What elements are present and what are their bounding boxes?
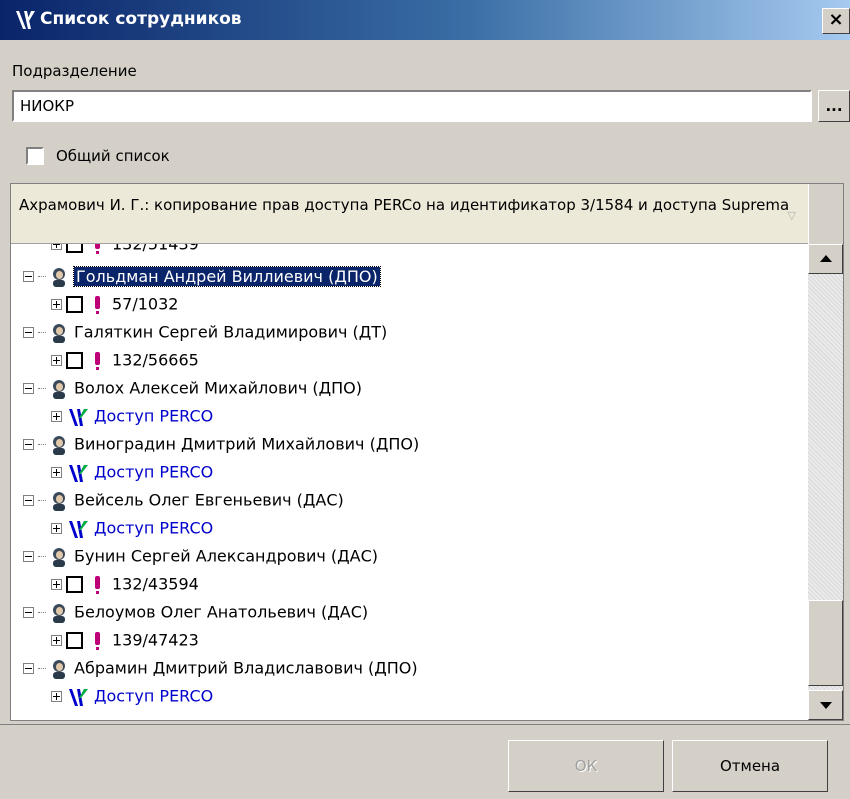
perco-access-icon: [69, 520, 88, 538]
employee-icon: [53, 435, 65, 455]
employee-icon: [53, 379, 65, 399]
employee-name: Галяткин Сергей Владимирович (ДТ): [74, 322, 388, 342]
access-label: Доступ PERCO: [94, 518, 214, 538]
common-list-label: Общий список: [56, 147, 170, 165]
tree-row-access[interactable]: Доступ PERCO: [51, 682, 213, 710]
tree-row-card[interactable]: 57/1032: [51, 290, 178, 318]
tree-row-access[interactable]: Доступ PERCO: [51, 514, 213, 542]
scroll-up-button[interactable]: [808, 244, 843, 274]
employee-tree[interactable]: 132/51439 Гольдман Андрей Виллиевич (ДПО…: [11, 244, 808, 720]
title-bar: Список сотрудников ×: [0, 0, 850, 40]
header-corner: [808, 184, 843, 244]
card-number: 132/56665: [112, 350, 199, 370]
card-number: 139/47423: [112, 630, 199, 650]
arrow-up-icon: [820, 255, 832, 262]
tree-row-employee[interactable]: Бунин Сергей Александрович (ДАС): [23, 542, 378, 570]
perco-access-icon: [69, 688, 88, 706]
card-checkbox[interactable]: [66, 576, 83, 593]
card-number: 57/1032: [112, 294, 179, 314]
tree-row-employee[interactable]: Волох Алексей Михайлович (ДПО): [23, 374, 362, 402]
card-icon: [95, 351, 100, 370]
perco-access-icon: [69, 464, 88, 482]
perco-access-icon: [69, 408, 88, 426]
department-label: Подразделение: [12, 62, 137, 80]
expand-icon[interactable]: [51, 635, 62, 646]
tree-row-card[interactable]: 132/56665: [51, 346, 199, 374]
tree-row-card[interactable]: 139/47423: [51, 626, 199, 654]
employee-name: Виноградин Дмитрий Михайлович (ДПО): [74, 434, 420, 454]
employee-name: Гольдман Андрей Виллиевич (ДПО): [73, 265, 381, 287]
tree-header-text: Ахрамович И. Г.: копирование прав доступ…: [19, 196, 790, 214]
scroll-down-button[interactable]: [808, 690, 843, 720]
card-icon: [95, 631, 100, 650]
card-icon: [95, 244, 100, 254]
tree-header[interactable]: Ахрамович И. Г.: копирование прав доступ…: [11, 184, 808, 244]
tree-row-employee[interactable]: Гольдман Андрей Виллиевич (ДПО): [23, 262, 381, 290]
common-list-checkbox[interactable]: [26, 147, 44, 165]
expand-icon[interactable]: [51, 467, 62, 478]
card-checkbox[interactable]: [66, 632, 83, 649]
expand-icon[interactable]: [51, 299, 62, 310]
expand-icon[interactable]: [51, 244, 62, 250]
tree-row-employee[interactable]: Галяткин Сергей Владимирович (ДТ): [23, 318, 387, 346]
collapse-icon[interactable]: [23, 327, 34, 338]
expand-icon[interactable]: [51, 411, 62, 422]
card-number: 132/43594: [112, 574, 199, 594]
card-number: 132/51439: [112, 244, 199, 254]
employee-icon: [53, 603, 65, 623]
employee-name: Абрамин Дмитрий Владиславович (ДПО): [74, 658, 418, 678]
employee-icon: [53, 491, 65, 511]
collapse-icon[interactable]: [23, 495, 34, 506]
dialog-buttons-bar: ОК Отмена: [0, 724, 850, 799]
scrollbar-thumb[interactable]: [808, 600, 843, 686]
access-label: Доступ PERCO: [94, 406, 214, 426]
card-checkbox[interactable]: [66, 352, 83, 369]
arrow-down-icon: [820, 702, 832, 709]
vertical-scrollbar[interactable]: [808, 244, 843, 720]
collapse-icon[interactable]: [23, 551, 34, 562]
access-label: Доступ PERCO: [94, 686, 214, 706]
expand-icon[interactable]: [51, 355, 62, 366]
employee-icon: [53, 267, 65, 287]
employee-tree-panel: Ахрамович И. Г.: копирование прав доступ…: [10, 183, 844, 721]
tree-row-employee[interactable]: Вейсель Олег Евгеньевич (ДАС): [23, 486, 344, 514]
collapse-icon[interactable]: [23, 439, 34, 450]
card-checkbox[interactable]: [66, 244, 83, 253]
employee-icon: [53, 323, 65, 343]
card-icon: [95, 295, 100, 314]
employee-name: Вейсель Олег Евгеньевич (ДАС): [74, 490, 344, 510]
tree-row-card[interactable]: 132/51439: [51, 244, 199, 258]
tree-row-employee[interactable]: Белоумов Олег Анатольевич (ДАС): [23, 598, 368, 626]
employee-icon: [53, 659, 65, 679]
employee-name: Волох Алексей Михайлович (ДПО): [74, 378, 363, 398]
collapse-icon[interactable]: [23, 383, 34, 394]
ok-button[interactable]: ОК: [508, 740, 664, 792]
tree-row-access[interactable]: Доступ PERCO: [51, 402, 213, 430]
expand-icon[interactable]: [51, 579, 62, 590]
collapse-icon[interactable]: [23, 271, 34, 282]
close-button[interactable]: ×: [822, 8, 850, 34]
collapse-icon[interactable]: [23, 663, 34, 674]
employee-name: Бунин Сергей Александрович (ДАС): [74, 546, 378, 566]
tree-row-employee[interactable]: Виноградин Дмитрий Михайлович (ДПО): [23, 430, 419, 458]
access-label: Доступ PERCO: [94, 462, 214, 482]
sort-arrow-icon[interactable]: ▽: [788, 206, 796, 225]
window-title: Список сотрудников: [40, 9, 242, 29]
expand-icon[interactable]: [51, 691, 62, 702]
tree-row-card[interactable]: 132/43594: [51, 570, 199, 598]
expand-icon[interactable]: [51, 523, 62, 534]
tree-row-access[interactable]: Доступ PERCO: [51, 458, 213, 486]
card-checkbox[interactable]: [66, 296, 83, 313]
department-field[interactable]: НИОКР: [12, 90, 812, 122]
collapse-icon[interactable]: [23, 607, 34, 618]
tree-row-employee[interactable]: Абрамин Дмитрий Владиславович (ДПО): [23, 654, 418, 682]
cancel-button[interactable]: Отмена: [672, 740, 828, 792]
perco-logo-icon: [14, 9, 36, 35]
browse-department-button[interactable]: ...: [818, 90, 850, 122]
card-icon: [95, 575, 100, 594]
employee-icon: [53, 547, 65, 567]
employee-name: Белоумов Олег Анатольевич (ДАС): [74, 602, 369, 622]
